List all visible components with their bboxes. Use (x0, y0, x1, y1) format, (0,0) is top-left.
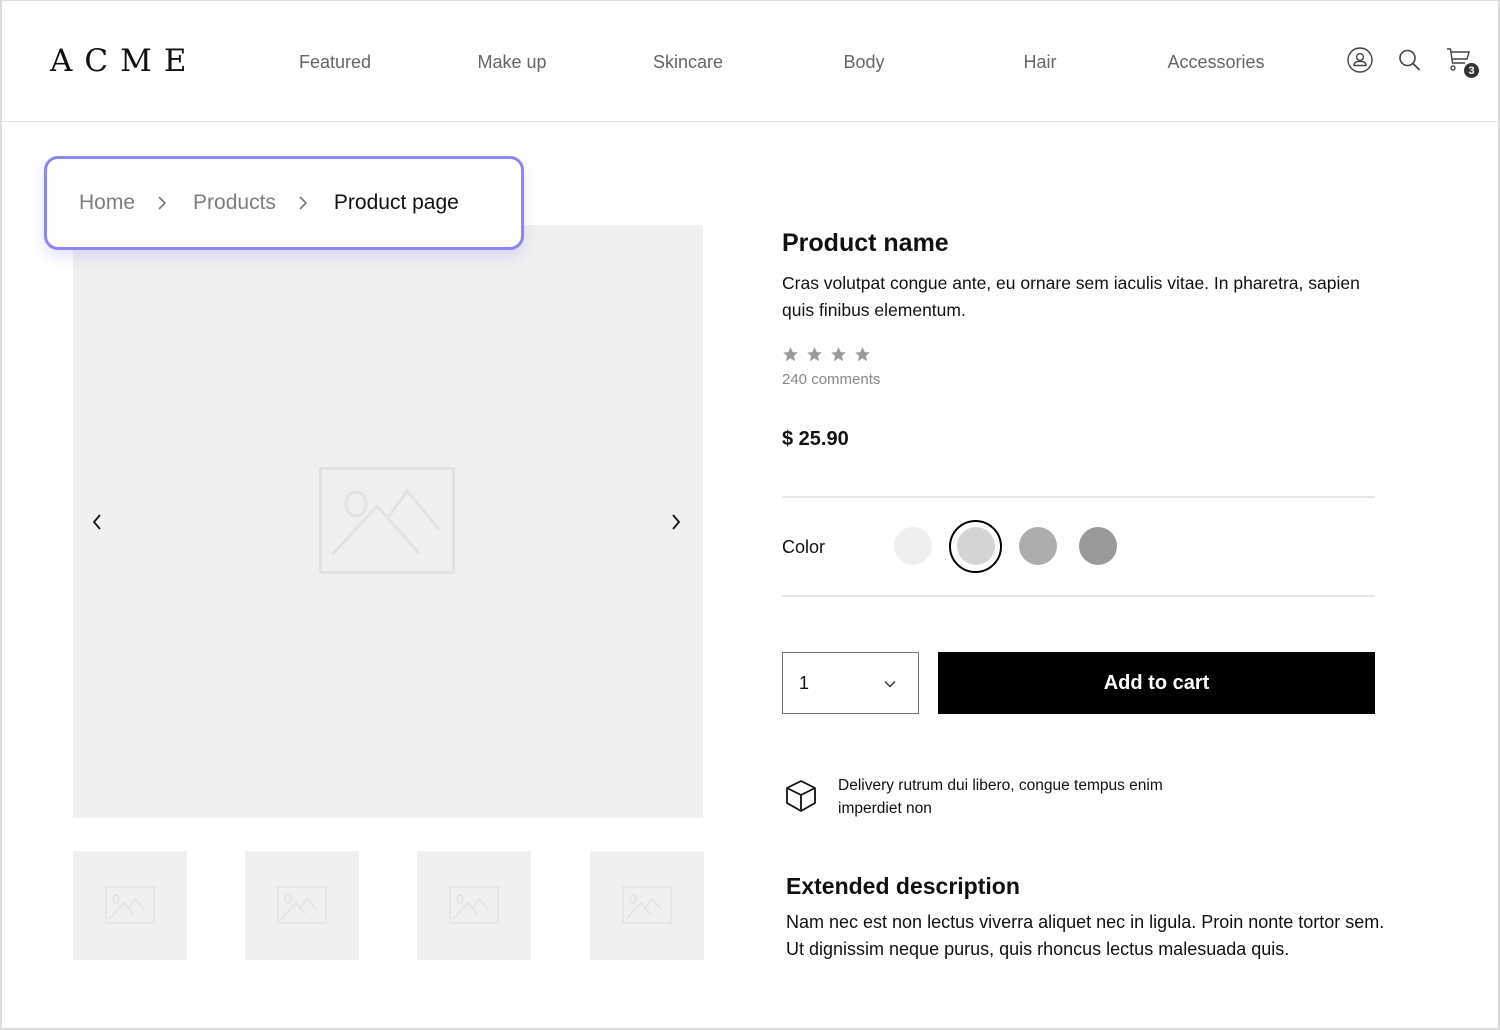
chevron-right-icon (157, 193, 171, 213)
extended-description: Nam nec est non lectus viverra aliquet n… (786, 912, 1385, 959)
thumbnail-3[interactable] (417, 851, 531, 960)
add-to-cart-button[interactable]: Add to cart (938, 652, 1375, 714)
carousel-next-button[interactable] (666, 508, 686, 536)
quantity-value: 1 (799, 673, 810, 693)
page-frame: ACME Featured Make up Skincare Body Hair… (0, 0, 1500, 1030)
star-icon (831, 347, 846, 362)
logo[interactable]: ACME (50, 41, 198, 81)
chevron-left-icon (92, 514, 101, 530)
divider (782, 496, 1375, 498)
star-icon (783, 347, 798, 362)
chevron-right-icon (672, 514, 681, 530)
image-placeholder-icon (449, 886, 499, 924)
color-label: Color (782, 537, 826, 557)
carousel-prev-button[interactable] (87, 508, 107, 536)
color-swatch-2[interactable] (957, 527, 995, 565)
nav-item-skincare[interactable]: Skincare (653, 49, 723, 75)
main-product-image[interactable] (73, 225, 703, 818)
extended-description-title: Extended description (786, 873, 1020, 899)
search-icon[interactable] (1395, 45, 1425, 75)
site-header: ACME Featured Make up Skincare Body Hair… (2, 1, 1500, 122)
product-name: Product name (782, 229, 949, 257)
product-price: $ 25.90 (782, 428, 849, 450)
account-icon[interactable] (1345, 45, 1375, 75)
color-swatch-4[interactable] (1079, 527, 1117, 565)
star-rating[interactable] (782, 346, 871, 363)
nav-item-accessories[interactable]: Accessories (1167, 49, 1264, 75)
breadcrumb: Home Products Product page (44, 156, 524, 250)
image-placeholder-icon (105, 886, 155, 924)
thumbnail-1[interactable] (73, 851, 187, 960)
quantity-select[interactable]: 1 (782, 652, 919, 714)
divider (782, 595, 1375, 597)
star-icon (855, 347, 870, 362)
color-swatch-3[interactable] (1019, 527, 1057, 565)
breadcrumb-products[interactable]: Products (193, 191, 276, 215)
color-swatch-1[interactable] (894, 527, 932, 565)
image-placeholder-icon (277, 886, 327, 924)
nav-item-hair[interactable]: Hair (1023, 49, 1056, 75)
image-placeholder-icon (622, 886, 672, 924)
nav-item-make-up[interactable]: Make up (477, 49, 546, 75)
chevron-right-icon (298, 193, 312, 213)
nav-item-featured[interactable]: Featured (299, 49, 371, 75)
star-icon (807, 347, 822, 362)
breadcrumb-current-page: Product page (333, 191, 459, 214)
nav-item-body[interactable]: Body (843, 49, 884, 75)
cart-count-badge: 3 (1463, 62, 1480, 79)
image-placeholder-icon (319, 467, 455, 574)
product-description: Cras volutpat congue ante, eu ornare sem… (782, 273, 1360, 320)
thumbnail-4[interactable] (590, 851, 704, 960)
chevron-down-icon (884, 681, 896, 688)
delivery-info: Delivery rutrum dui libero, congue tempu… (838, 777, 1163, 817)
comments-count-link[interactable]: 240 comments (782, 370, 880, 390)
breadcrumb-home[interactable]: Home (79, 191, 135, 215)
package-icon (786, 780, 816, 812)
thumbnail-2[interactable] (245, 851, 359, 960)
